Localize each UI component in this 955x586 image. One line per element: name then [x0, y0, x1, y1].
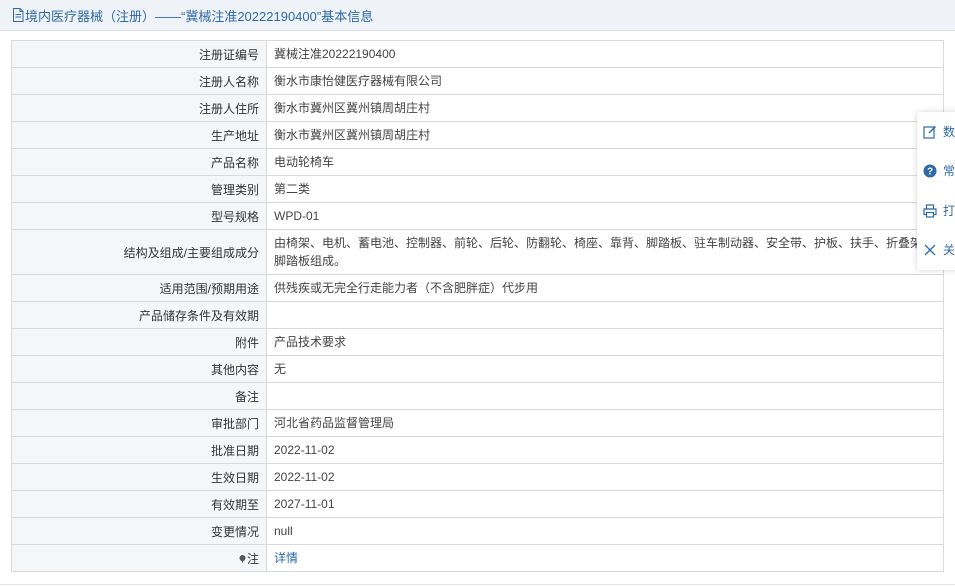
row-label: 产品名称: [11, 148, 267, 176]
table-row-note: 注 详情: [11, 544, 944, 572]
row-label: 审批部门: [11, 409, 267, 437]
row-value: WPD-01: [266, 202, 944, 230]
row-label: 管理类别: [11, 175, 267, 203]
row-value: 2022-11-02: [266, 436, 944, 464]
row-value: 第二类: [266, 175, 944, 203]
note-label: 注: [246, 551, 259, 566]
row-label: 注册人住所: [11, 94, 267, 122]
row-label: 适用范围/预期用途: [11, 274, 267, 302]
page-title: 境内医疗器械（注册）——“冀械注准20222190400”基本信息: [25, 8, 374, 24]
table-row: 生效日期 2022-11-02: [11, 463, 944, 491]
float-item-label: 关: [943, 243, 955, 257]
row-value: null: [266, 517, 944, 545]
row-label: 注册证编号: [11, 40, 267, 68]
row-value: 衡水市冀州区冀州镇周胡庄村: [266, 121, 944, 149]
row-label: 产品储存条件及有效期: [11, 301, 267, 329]
table-row: 产品储存条件及有效期: [11, 301, 944, 329]
row-label: 变更情况: [11, 517, 267, 545]
table-row: 其他内容 无: [11, 355, 944, 383]
row-value: 由椅架、电机、蓄电池、控制器、前轮、后轮、防翻轮、椅座、靠背、脚踏板、驻车制动器…: [266, 229, 944, 275]
row-value: 2027-11-01: [266, 490, 944, 518]
divider: [0, 584, 955, 585]
table-row: 变更情况 null: [11, 517, 944, 545]
row-value: 供残疾或无完全行走能力者（不含肥胖症）代步用: [266, 274, 944, 302]
row-label: 批准日期: [11, 436, 267, 464]
float-item-close[interactable]: 关: [923, 241, 955, 258]
row-value: 冀械注准20222190400: [266, 40, 944, 68]
table-row: 备注: [11, 382, 944, 410]
table-row: 注册人名称 衡水市康怡健医疗器械有限公司: [11, 67, 944, 95]
row-value: 无: [266, 355, 944, 383]
details-link[interactable]: 详情: [274, 551, 298, 565]
table-row: 结构及组成/主要组成成分 由椅架、电机、蓄电池、控制器、前轮、后轮、防翻轮、椅座…: [11, 229, 944, 275]
info-table-container: 注册证编号 冀械注准20222190400 注册人名称 衡水市康怡健医疗器械有限…: [11, 40, 944, 572]
help-icon: ?: [923, 164, 937, 177]
row-value: 电动轮椅车: [266, 148, 944, 176]
floating-toolbar: 数 ? 常 打 关: [917, 112, 955, 270]
row-label: 附件: [11, 328, 267, 356]
table-row: 注册人住所 衡水市冀州区冀州镇周胡庄村: [11, 94, 944, 122]
page-header: 境内医疗器械（注册）——“冀械注准20222190400”基本信息: [0, 0, 955, 31]
info-table: 注册证编号 冀械注准20222190400 注册人名称 衡水市康怡健医疗器械有限…: [11, 40, 944, 572]
float-item-faq[interactable]: ? 常: [923, 162, 955, 179]
row-value: [266, 382, 944, 410]
row-value: 河北省药品监督管理局: [266, 409, 944, 437]
pin-icon: [239, 555, 246, 564]
edit-icon: [923, 125, 936, 139]
table-row: 附件 产品技术要求: [11, 328, 944, 356]
close-icon: [924, 244, 936, 255]
note-label-cell: 注: [11, 544, 267, 572]
row-label: 注册人名称: [11, 67, 267, 95]
table-row: 产品名称 电动轮椅车: [11, 148, 944, 176]
note-value-cell: 详情: [266, 544, 944, 572]
row-label: 有效期至: [11, 490, 267, 518]
row-value-text: 由椅架、电机、蓄电池、控制器、前轮、后轮、防翻轮、椅座、靠背、脚踏板、驻车制动器…: [274, 236, 935, 268]
row-value: [266, 301, 944, 329]
table-row: 注册证编号 冀械注准20222190400: [11, 40, 944, 68]
table-row: 管理类别 第二类: [11, 175, 944, 203]
row-label: 结构及组成/主要组成成分: [11, 229, 267, 275]
float-item-label: 常: [943, 164, 955, 178]
table-row: 批准日期 2022-11-02: [11, 436, 944, 464]
svg-text:?: ?: [927, 166, 933, 177]
row-label: 其他内容: [11, 355, 267, 383]
row-value: 2022-11-02: [266, 463, 944, 491]
table-row: 有效期至 2027-11-01: [11, 490, 944, 518]
float-item-label: 数: [943, 125, 955, 139]
float-item-label: 打: [943, 204, 955, 218]
row-label: 备注: [11, 382, 267, 410]
float-item-print[interactable]: 打: [923, 202, 955, 219]
print-icon: [923, 203, 937, 218]
float-item-data[interactable]: 数: [923, 123, 955, 140]
row-label: 生效日期: [11, 463, 267, 491]
row-label: 型号规格: [11, 202, 267, 230]
row-value: 产品技术要求: [266, 328, 944, 356]
table-row: 生产地址 衡水市冀州区冀州镇周胡庄村: [11, 121, 944, 149]
table-row: 型号规格 WPD-01: [11, 202, 944, 230]
row-value: 衡水市康怡健医疗器械有限公司: [266, 67, 944, 95]
table-row: 适用范围/预期用途 供残疾或无完全行走能力者（不含肥胖症）代步用: [11, 274, 944, 302]
row-label: 生产地址: [11, 121, 267, 149]
row-value: 衡水市冀州区冀州镇周胡庄村: [266, 94, 944, 122]
table-row: 审批部门 河北省药品监督管理局: [11, 409, 944, 437]
document-icon: [13, 8, 24, 22]
